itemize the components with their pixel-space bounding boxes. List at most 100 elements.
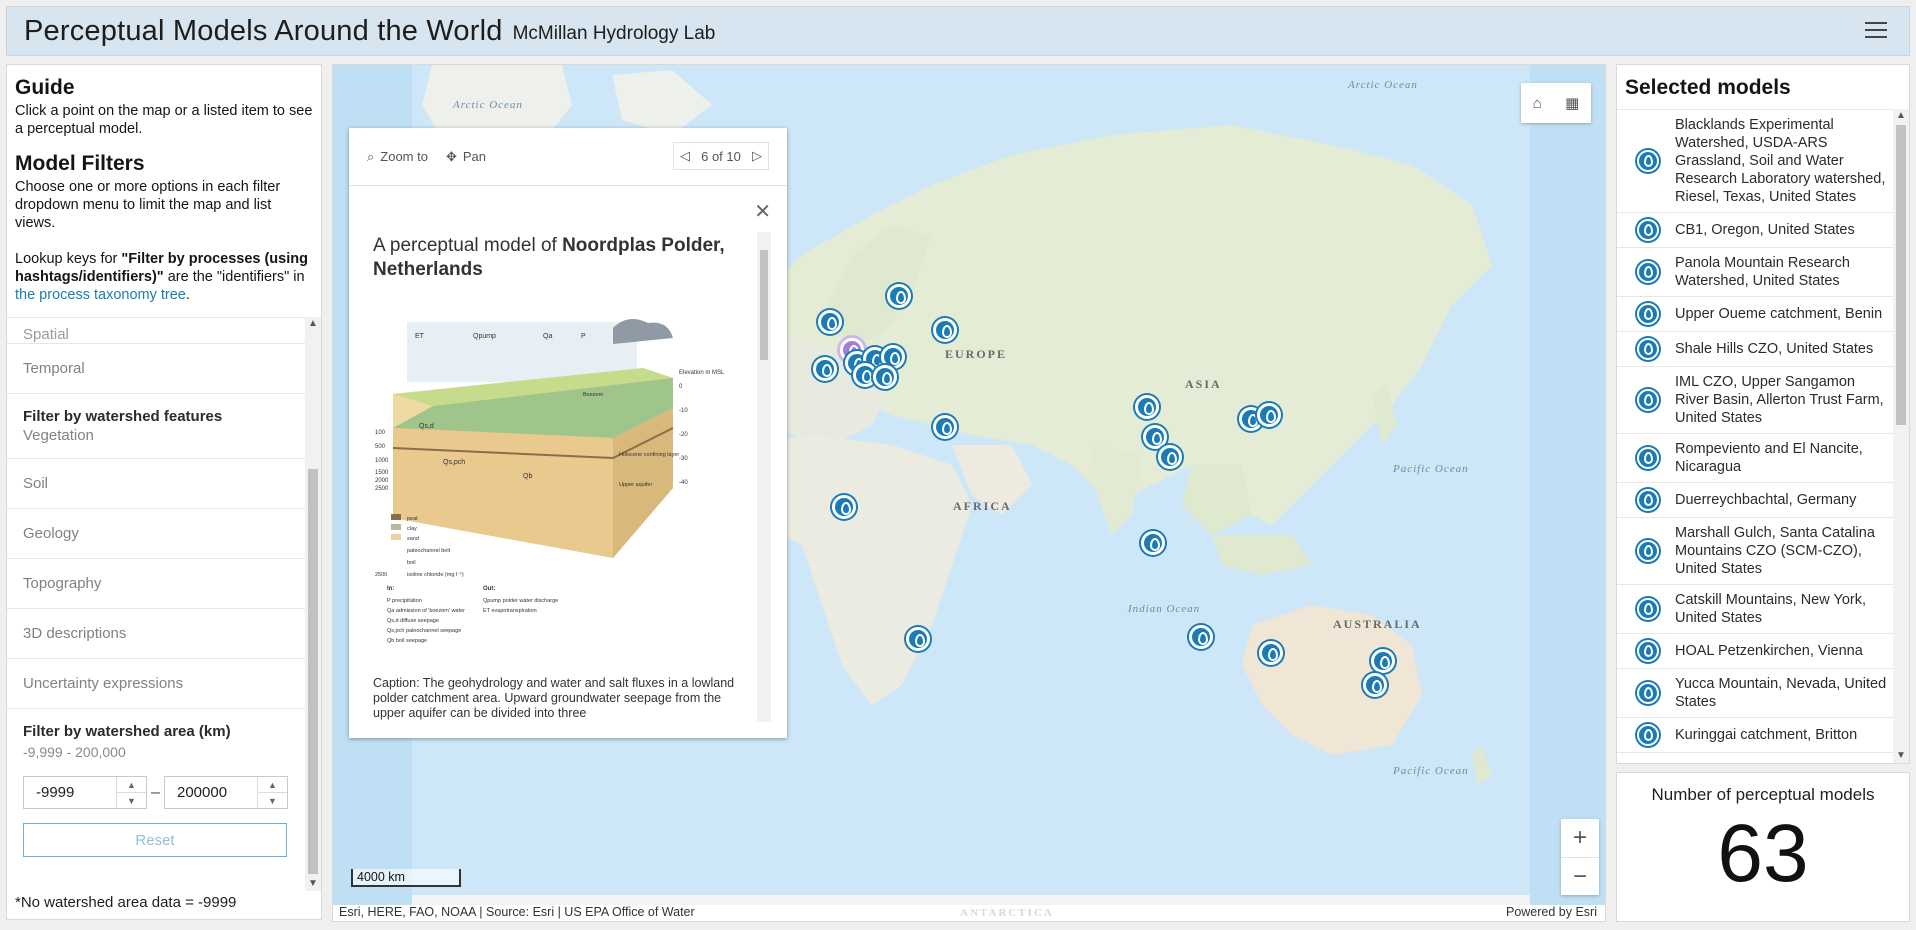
list-item-label: Blacklands Experimental Watershed, USDA-… <box>1675 117 1886 205</box>
pan-button[interactable]: ✥ Pan <box>446 149 486 165</box>
filter-vegetation[interactable]: Vegetation <box>7 425 305 459</box>
list-item[interactable]: IML CZO, Upper Sangamon River Basin, All… <box>1617 367 1895 434</box>
list-item[interactable]: Yucca Mountain, Nevada, United States <box>1617 669 1895 718</box>
water-drop-icon <box>1637 598 1659 620</box>
map-pin[interactable] <box>1135 395 1159 419</box>
map-pin[interactable] <box>1141 531 1165 555</box>
list-item[interactable]: Panola Mountain Research Watershed, Unit… <box>1617 248 1895 297</box>
fig-qa: Qa <box>543 333 552 340</box>
close-icon[interactable]: ✕ <box>754 199 771 224</box>
scroll-thumb[interactable] <box>760 250 768 360</box>
list-item-label: Marshall Gulch, Santa Catalina Mountains… <box>1675 525 1875 577</box>
guide-text: Click a point on the map or a listed ite… <box>15 103 313 137</box>
scroll-down-icon[interactable]: ▼ <box>1893 749 1909 763</box>
map-pin[interactable] <box>933 318 957 342</box>
map-pin[interactable] <box>906 627 930 651</box>
label-antarctica: ANTARCTICA <box>960 907 1054 919</box>
qr-code-icon[interactable]: ▦ <box>1565 94 1579 112</box>
map-pin[interactable] <box>832 495 856 519</box>
map-pin[interactable] <box>873 365 897 389</box>
map-pin[interactable] <box>1259 641 1283 665</box>
popup-title: A perceptual model of Noordplas Polder, … <box>373 235 725 280</box>
fig-isoline-value: 2500 <box>375 572 387 578</box>
powered-by[interactable]: Powered by Esri <box>1506 903 1597 921</box>
basemap[interactable]: Arctic Ocean Arctic Ocean EUROPE ASIA AF… <box>333 65 1605 919</box>
scroll-down-icon[interactable]: ▼ <box>305 877 321 891</box>
chevron-down-icon[interactable]: ▼ <box>258 792 287 808</box>
guide-title: Guide <box>15 76 75 99</box>
list-item[interactable]: Duerreychbachtal, Germany <box>1617 483 1895 518</box>
scroll-thumb[interactable] <box>308 469 318 874</box>
list-item[interactable]: Rompeviento and El Nancite, Nicaragua <box>1617 434 1895 483</box>
map-pin[interactable] <box>1158 445 1182 469</box>
filters-scrollbar[interactable]: ▲ ▼ <box>305 317 321 891</box>
filter-temporal[interactable]: Temporal <box>7 344 305 394</box>
area-min-input[interactable] <box>24 777 116 808</box>
filter-soil[interactable]: Soil <box>7 459 305 509</box>
popup-scrollbar[interactable] <box>757 232 771 722</box>
taxonomy-link[interactable]: the process taxonomy tree <box>15 287 186 303</box>
map-pin[interactable] <box>813 357 837 381</box>
home-icon[interactable]: ⌂ <box>1533 95 1542 112</box>
map-pin[interactable] <box>1189 625 1213 649</box>
list-item[interactable]: Kuringgai catchment, Britton <box>1617 718 1895 753</box>
area-max-stepper[interactable]: ▲▼ <box>164 776 288 809</box>
label-europe: EUROPE <box>945 347 1008 361</box>
selected-models-title: Selected models <box>1625 76 1791 99</box>
fig-et: ET <box>415 333 425 340</box>
map-pin[interactable] <box>1363 673 1387 697</box>
filter-3d-descriptions[interactable]: 3D descriptions <box>7 609 305 659</box>
map-pin[interactable] <box>1371 649 1395 673</box>
list-item[interactable]: Blacklands Experimental Watershed, USDA-… <box>1617 110 1895 213</box>
map-pin[interactable] <box>887 284 911 308</box>
area-max-input[interactable] <box>165 777 257 808</box>
list-item-label: CB1, Oregon, United States <box>1675 222 1855 238</box>
app-subtitle: McMillan Hydrology Lab <box>512 23 716 44</box>
next-icon[interactable]: ▷ <box>752 148 762 164</box>
list-item-label: IML CZO, Upper Sangamon River Basin, All… <box>1675 374 1884 426</box>
filters-list[interactable]: Spatial Temporal Filter by watershed fea… <box>7 317 305 891</box>
chevron-up-icon[interactable]: ▲ <box>258 777 287 792</box>
models-scrollbar[interactable]: ▲ ▼ <box>1893 109 1909 763</box>
list-item[interactable]: Upper Oueme catchment, Benin <box>1617 297 1895 332</box>
list-item[interactable]: Marshall Gulch, Santa Catalina Mountains… <box>1617 518 1895 585</box>
zoom-out-button[interactable]: − <box>1561 857 1599 895</box>
map-view[interactable]: Arctic Ocean Arctic Ocean EUROPE ASIA AF… <box>332 64 1606 922</box>
list-item[interactable]: Catskill Mountains, New York, United Sta… <box>1617 585 1895 634</box>
scroll-thumb[interactable] <box>1896 125 1906 425</box>
map-pin[interactable] <box>1143 425 1167 449</box>
fig-in-1: Qa admission of 'boezem' water <box>387 608 465 614</box>
app-header: Perceptual Models Around the World McMil… <box>6 6 1910 56</box>
filter-geology[interactable]: Geology <box>7 509 305 559</box>
filter-spatial[interactable]: Spatial <box>7 318 305 344</box>
filter-topography[interactable]: Topography <box>7 559 305 609</box>
lookup-text: Lookup keys for "Filter by processes (us… <box>15 251 308 303</box>
map-pin[interactable] <box>818 310 842 334</box>
app-title: Perceptual Models Around the World <box>24 14 503 47</box>
area-filter-header: Filter by watershed area (km) <box>23 723 231 740</box>
previous-icon[interactable]: ◁ <box>680 148 690 164</box>
label-arctic-ocean-right: Arctic Ocean <box>1348 79 1418 91</box>
fig-in-4: Qb boil seepage <box>387 638 427 644</box>
map-pin[interactable] <box>933 415 957 439</box>
list-item[interactable]: CB1, Oregon, United States <box>1617 213 1895 248</box>
filter-uncertainty[interactable]: Uncertainty expressions <box>7 659 305 709</box>
water-drop-icon <box>1637 389 1659 411</box>
list-item[interactable]: Shale Hills CZO, United States <box>1617 332 1895 367</box>
chevron-up-icon[interactable]: ▲ <box>117 777 146 792</box>
fig-aquifer: Upper aquifer <box>619 482 652 488</box>
scroll-up-icon[interactable]: ▲ <box>305 317 321 331</box>
zoom-to-button[interactable]: ⌕ Zoom to <box>367 149 428 165</box>
scroll-up-icon[interactable]: ▲ <box>1893 109 1909 123</box>
map-pin[interactable] <box>1257 403 1281 427</box>
list-item[interactable]: HOAL Petzenkirchen, Vienna <box>1617 634 1895 669</box>
area-min-stepper[interactable]: ▲▼ <box>23 776 147 809</box>
hamburger-menu-icon[interactable] <box>1865 22 1887 40</box>
reset-button[interactable]: Reset <box>23 823 287 857</box>
water-drop-icon <box>1637 640 1659 662</box>
selected-models-list[interactable]: Blacklands Experimental Watershed, USDA-… <box>1617 109 1895 763</box>
zoom-in-button[interactable]: + <box>1561 819 1599 857</box>
fig-legend-4: boil <box>407 560 416 566</box>
chevron-down-icon[interactable]: ▼ <box>117 792 146 808</box>
model-count-value: 63 <box>1717 808 1809 899</box>
